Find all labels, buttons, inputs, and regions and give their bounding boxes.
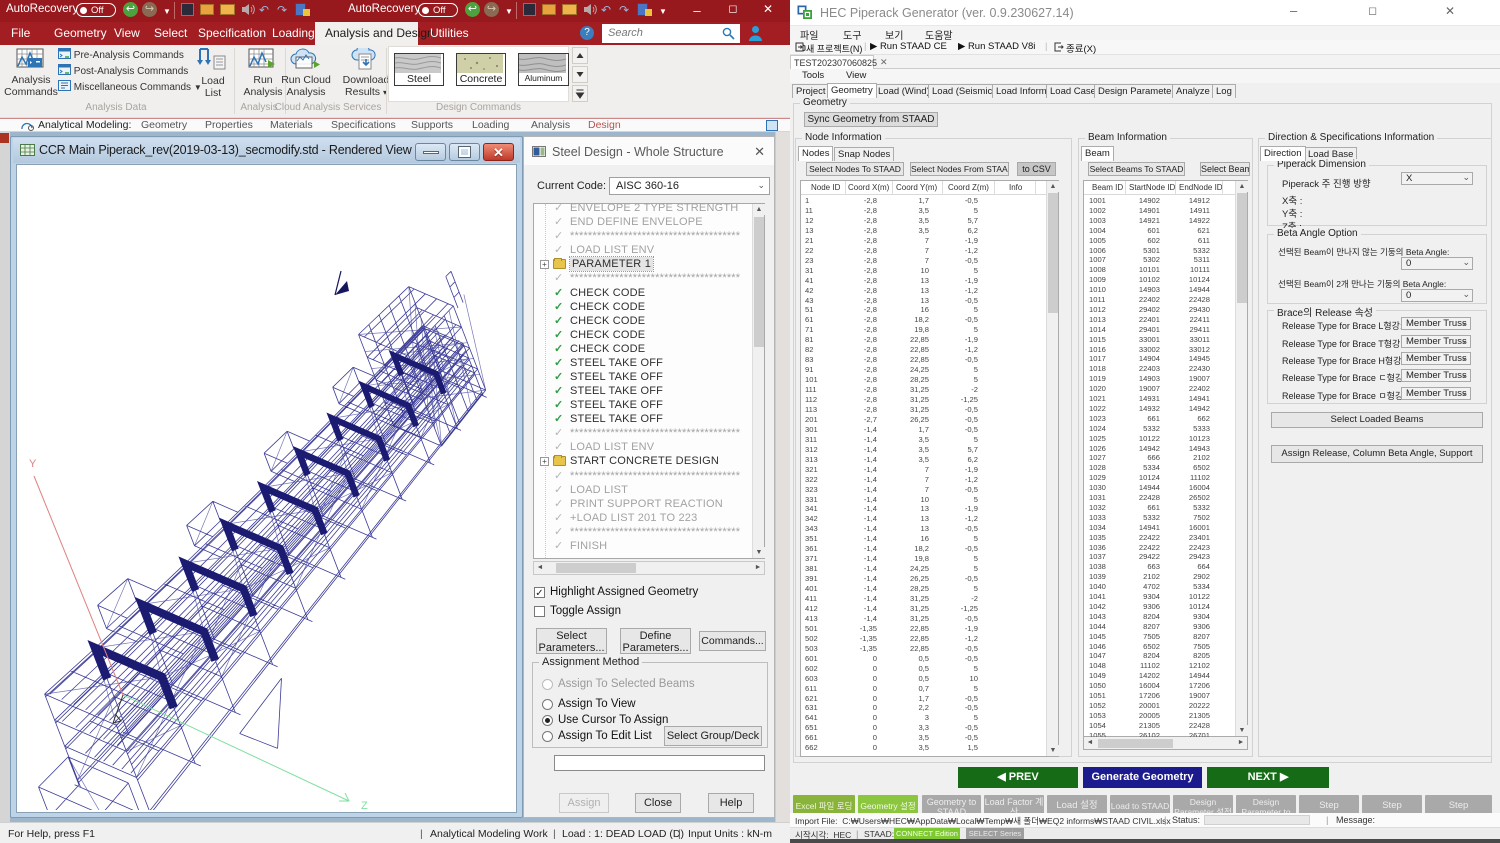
- svg-text:Z: Z: [361, 800, 368, 810]
- svg-text:Y: Y: [29, 458, 37, 470]
